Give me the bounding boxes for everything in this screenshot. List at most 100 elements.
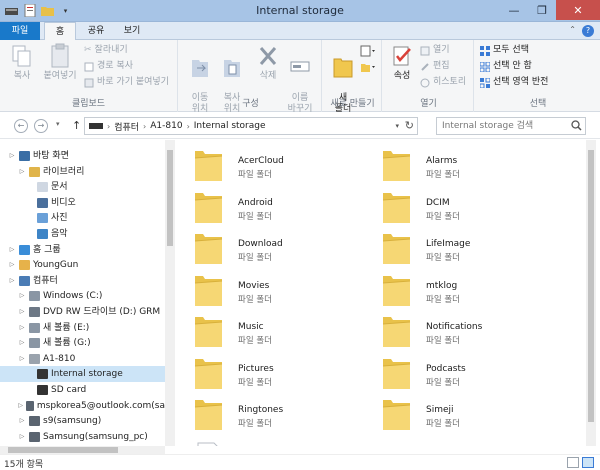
breadcrumb-device[interactable]: A1-810: [150, 121, 182, 131]
file-list-scrollbar[interactable]: [586, 140, 596, 446]
paste-button[interactable]: 붙여넣기: [42, 43, 78, 82]
open-label: 열기: [433, 45, 450, 55]
sidebar-item[interactable]: 음악: [0, 226, 165, 242]
file-item[interactable]: AcerCloud 파일 폴더: [192, 146, 372, 186]
expand-arrow-icon[interactable]: ▷: [18, 429, 26, 445]
file-item[interactable]: Ringtones 파일 폴더: [192, 395, 372, 435]
sidebar-item[interactable]: ▷ s9(samsung): [0, 413, 165, 429]
address-history-icon[interactable]: ▾: [395, 122, 399, 130]
tiles-view-icon[interactable]: [582, 457, 594, 468]
sidebar-item[interactable]: ▷ 컴퓨터: [0, 273, 165, 289]
minimize-button[interactable]: —: [500, 0, 528, 20]
sidebar-item[interactable]: ▷ 새 볼륨 (G:): [0, 335, 165, 351]
sidebar-item[interactable]: 사진: [0, 210, 165, 226]
expand-arrow-icon[interactable]: ▷: [8, 257, 16, 273]
sidebar-item[interactable]: ▷ DVD RW 드라이브 (D:) GRM: [0, 304, 165, 320]
help-icon[interactable]: ?: [582, 25, 594, 37]
address-bar[interactable]: › 컴퓨터 › A1-810 › Internal storage ▾ ↻: [84, 117, 418, 135]
sidebar-item[interactable]: 비디오: [0, 195, 165, 211]
file-item[interactable]: Notifications 파일 폴더: [380, 312, 560, 352]
sidebar-item[interactable]: ▷ YoungGun: [0, 257, 165, 273]
documents-icon: [37, 182, 48, 193]
new-item-button[interactable]: [360, 44, 376, 57]
up-button[interactable]: ↑: [72, 119, 81, 132]
sidebar-item[interactable]: ▷ mspkorea5@outlook.com(sa: [0, 398, 165, 414]
sidebar-item[interactable]: ▷ 홈 그룹: [0, 242, 165, 258]
file-item[interactable]: .aid: [192, 437, 372, 446]
expand-arrow-icon[interactable]: ▷: [18, 398, 23, 414]
sidebar-item[interactable]: ▷ Samsung(samsung_pc): [0, 429, 165, 445]
file-item[interactable]: Simeji 파일 폴더: [380, 395, 560, 435]
file-item[interactable]: Download 파일 폴더: [192, 229, 372, 269]
file-item[interactable]: LifeImage 파일 폴더: [380, 229, 560, 269]
expand-arrow-icon[interactable]: ▷: [18, 320, 26, 336]
select-none-button[interactable]: 선택 안 함: [480, 60, 532, 73]
file-item[interactable]: Android 파일 폴더: [192, 188, 372, 228]
forward-button[interactable]: →: [34, 119, 48, 133]
copy-path-button[interactable]: 경로 복사: [84, 60, 133, 73]
file-item[interactable]: Alarms 파일 폴더: [380, 146, 560, 186]
easy-access-button[interactable]: [360, 60, 376, 73]
sidebar-item-label: 새 볼륨 (E:): [43, 322, 90, 333]
sidebar-item[interactable]: 문서: [0, 179, 165, 195]
tab-share[interactable]: 공유: [80, 22, 112, 40]
search-input[interactable]: Internal storage 검색: [436, 117, 586, 135]
refresh-icon[interactable]: ↻: [405, 119, 414, 132]
edit-button[interactable]: 편집: [420, 60, 450, 73]
expand-arrow-icon[interactable]: ▷: [8, 148, 16, 164]
select-all-label: 모두 선택: [493, 45, 529, 55]
sidebar-item[interactable]: ▷ 바탕 화면: [0, 148, 165, 164]
sidebar-item[interactable]: ▷ Windows (C:): [0, 288, 165, 304]
paste-shortcut-button[interactable]: 바로 가기 붙여넣기: [84, 76, 169, 89]
ribbon-collapse-icon[interactable]: ⌃: [569, 25, 576, 34]
file-list-scroll-thumb[interactable]: [588, 150, 594, 422]
select-all-button[interactable]: 모두 선택: [480, 44, 529, 57]
sidebar-item[interactable]: ▷ 라이브러리: [0, 164, 165, 180]
recent-locations-icon[interactable]: ▾: [56, 120, 60, 128]
history-button[interactable]: 히스토리: [420, 76, 466, 89]
copy-button[interactable]: 복사: [6, 43, 38, 82]
search-icon[interactable]: [571, 120, 582, 131]
ribbon: 복사 붙여넣기 ✂ 잘라내기 경로 복사 바로 가기 붙여넣기 클립보드 이동: [0, 40, 600, 114]
navigation-pane-scroll-thumb[interactable]: [167, 150, 173, 246]
file-item[interactable]: mtklog 파일 폴더: [380, 271, 560, 311]
navigation-pane-hscrollbar[interactable]: [0, 446, 165, 454]
expand-arrow-icon[interactable]: ▷: [18, 351, 26, 367]
expand-arrow-icon[interactable]: ▷: [18, 335, 26, 351]
breadcrumb-computer[interactable]: 컴퓨터: [114, 120, 139, 133]
delete-button[interactable]: 삭제: [252, 43, 284, 82]
breadcrumb-storage[interactable]: Internal storage: [194, 121, 266, 131]
sidebar-item[interactable]: ▷ 새 볼륨 (E:): [0, 320, 165, 336]
file-name: Android: [238, 197, 273, 208]
file-item[interactable]: Podcasts 파일 폴더: [380, 354, 560, 394]
tab-view[interactable]: 보기: [116, 22, 148, 40]
tab-home[interactable]: 홈: [44, 22, 76, 41]
file-item[interactable]: Movies 파일 폴더: [192, 271, 372, 311]
expand-arrow-icon[interactable]: ▷: [18, 304, 26, 320]
cut-button[interactable]: ✂ 잘라내기: [84, 44, 128, 57]
details-view-icon[interactable]: [567, 457, 579, 468]
file-item[interactable]: Pictures 파일 폴더: [192, 354, 372, 394]
expand-arrow-icon[interactable]: ▷: [18, 164, 26, 180]
file-item[interactable]: Music 파일 폴더: [192, 312, 372, 352]
copy-path-label: 경로 복사: [97, 61, 133, 71]
sidebar-item[interactable]: ▷ A1-810: [0, 351, 165, 367]
navigation-pane-scrollbar[interactable]: [165, 140, 175, 446]
storage-icon: [37, 385, 48, 395]
expand-arrow-icon[interactable]: ▷: [8, 242, 16, 258]
back-button[interactable]: ←: [14, 119, 28, 133]
navigation-pane-hscroll-thumb[interactable]: [8, 447, 118, 453]
close-button[interactable]: ✕: [556, 0, 600, 20]
file-item[interactable]: DCIM 파일 폴더: [380, 188, 560, 228]
invert-selection-button[interactable]: 선택 영역 반전: [480, 76, 548, 89]
expand-arrow-icon[interactable]: ▷: [18, 288, 26, 304]
expand-arrow-icon[interactable]: ▷: [8, 273, 16, 289]
open-button[interactable]: 열기: [420, 44, 450, 57]
expand-arrow-icon[interactable]: ▷: [18, 413, 26, 429]
properties-button[interactable]: 속성: [386, 43, 418, 82]
tab-file[interactable]: 파일: [0, 22, 40, 40]
file-name: DCIM: [426, 197, 450, 208]
maximize-button[interactable]: ❐: [528, 0, 556, 20]
sidebar-item[interactable]: Internal storage: [0, 366, 165, 383]
sidebar-item[interactable]: SD card: [0, 382, 165, 398]
